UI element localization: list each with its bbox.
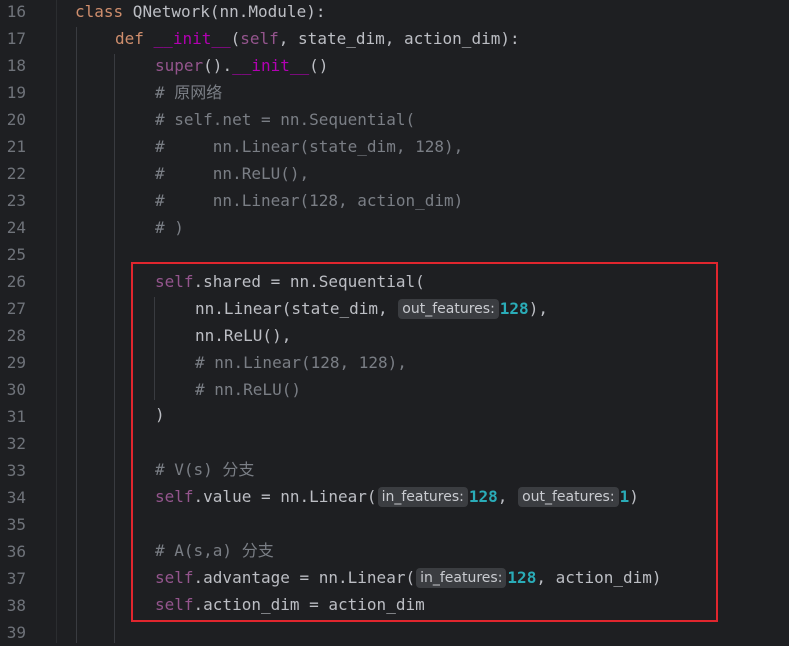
line-number: 35 [6, 515, 26, 534]
line-number: 28 [6, 326, 26, 345]
indent-guide [114, 54, 115, 643]
code-text: QNetwork(nn.Module): [123, 2, 326, 21]
builtin-super: super [155, 56, 204, 75]
line-number-gutter: 16 17 18 19 20 21 22 23 24 25 26 27 28 29 30 31 32 33 34 35… [0, 0, 56, 643]
line-number: 27 [6, 299, 26, 318]
keyword: class [75, 2, 124, 21]
line-number: 25 [6, 245, 26, 264]
line-number: 18 [6, 56, 26, 75]
dunder-name: __init__ [153, 29, 231, 48]
highlight-annotation-box [131, 262, 718, 622]
line-number: 24 [6, 218, 26, 237]
line-number: 30 [6, 380, 26, 399]
line-number: 33 [6, 461, 26, 480]
code-editor[interactable]: 16 17 18 19 20 21 22 23 24 25 26 27 28 29 30 31 32 33 34 35… [0, 0, 789, 643]
line-number: 31 [6, 407, 26, 426]
line-number: 17 [6, 29, 26, 48]
self-keyword: self [240, 29, 279, 48]
code-line-20[interactable]: # self.net = nn.Sequential( [155, 106, 415, 133]
code-text: , state_dim, action_dim): [278, 29, 520, 48]
line-number: 22 [6, 164, 26, 183]
line-number: 39 [6, 623, 26, 642]
code-line-22[interactable]: # nn.ReLU(), [155, 160, 309, 187]
code-line-18[interactable]: super().__init__() [155, 52, 328, 79]
line-number: 38 [6, 596, 26, 615]
line-number: 32 [6, 434, 26, 453]
code-line-19[interactable]: # 原网络 [155, 79, 222, 106]
line-number: 21 [6, 137, 26, 156]
code-line-21[interactable]: # nn.Linear(state_dim, 128), [155, 133, 463, 160]
indent-guide [76, 27, 77, 643]
code-text: ( [230, 29, 241, 48]
line-number: 29 [6, 353, 26, 372]
line-number: 34 [6, 488, 26, 507]
line-number: 16 [6, 2, 26, 21]
keyword: def [115, 29, 144, 48]
line-number: 37 [6, 569, 26, 588]
line-number: 19 [6, 83, 26, 102]
gutter-divider [56, 0, 57, 643]
code-text: (). [203, 56, 233, 75]
dunder-name: __init__ [232, 56, 310, 75]
line-number: 26 [6, 272, 26, 291]
code-line-24[interactable]: # ) [155, 214, 184, 241]
line-number: 20 [6, 110, 26, 129]
line-number: 36 [6, 542, 26, 561]
line-number: 23 [6, 191, 26, 210]
code-line-16[interactable]: class QNetwork(nn.Module): [75, 0, 325, 25]
code-line-23[interactable]: # nn.Linear(128, action_dim) [155, 187, 463, 214]
code-line-17[interactable]: def __init__(self, state_dim, action_dim… [115, 25, 520, 52]
code-text: () [309, 56, 329, 75]
